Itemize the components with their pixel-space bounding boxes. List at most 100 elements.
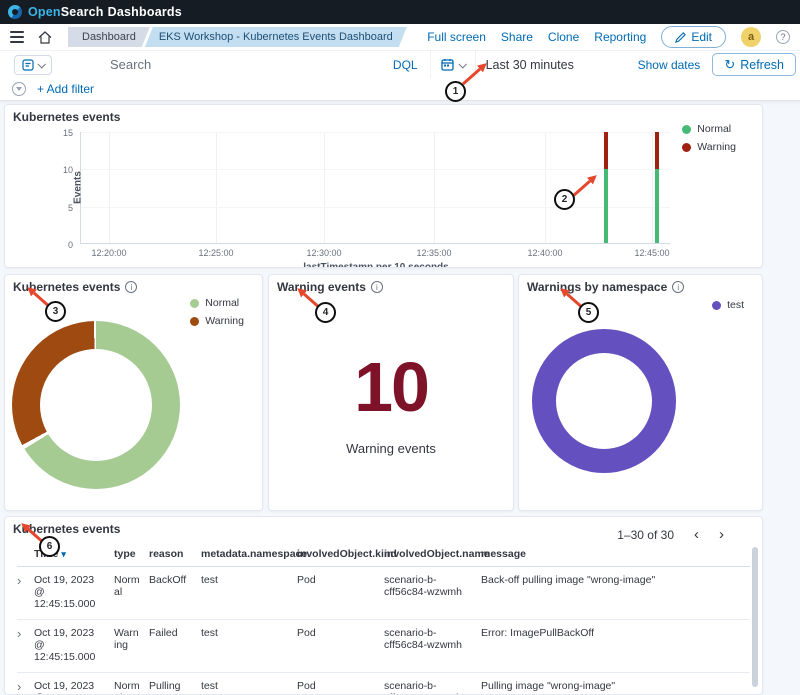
column-time[interactable]: Time▾: [34, 544, 114, 567]
panel-warning-events-metric: Warning eventsi 10 Warning events: [268, 274, 514, 511]
legend-item-normal[interactable]: Normal: [682, 123, 736, 135]
column-name[interactable]: involvedObject.name: [384, 544, 481, 567]
panel-title[interactable]: Warning eventsi: [277, 280, 383, 294]
expand-row-icon[interactable]: ›: [17, 679, 21, 694]
hamburger-menu-icon[interactable]: [10, 31, 24, 43]
full-screen-link[interactable]: Full screen: [427, 30, 486, 44]
avatar[interactable]: a: [741, 27, 761, 47]
expand-row-icon[interactable]: ›: [17, 626, 21, 641]
panel-title[interactable]: Kubernetes eventsi: [13, 280, 137, 294]
warning-events-count: 10: [269, 347, 513, 427]
x-tick: 12:30:00: [294, 248, 354, 258]
panel-warnings-by-namespace: Warnings by namespacei test: [518, 274, 763, 511]
pagination: 1–30 of 30 ‹ ›: [617, 527, 724, 542]
x-axis-label: lastTimestamp per 10 seconds: [81, 262, 671, 268]
breadcrumb: Dashboard EKS Workshop - Kubernetes Even…: [68, 27, 407, 47]
pencil-icon: [675, 32, 686, 43]
expand-row-icon[interactable]: ›: [17, 573, 21, 588]
namespace-legend: test: [712, 299, 744, 311]
time-range-display[interactable]: Last 30 minutes: [476, 58, 638, 72]
x-tick: 12:45:00: [622, 248, 682, 258]
next-page-icon[interactable]: ›: [719, 527, 724, 542]
panel-kubernetes-events-donut: Kubernetes eventsi Normal Warning: [4, 274, 263, 511]
warning-dot-icon: [682, 143, 691, 152]
opensearch-logo-icon: [8, 5, 22, 19]
breadcrumb-current-dashboard[interactable]: EKS Workshop - Kubernetes Events Dashboa…: [145, 27, 407, 47]
panel-title[interactable]: Kubernetes events: [13, 522, 120, 536]
y-tick: 10: [53, 165, 73, 175]
add-filter-link[interactable]: + Add filter: [37, 82, 94, 96]
expander-header: [17, 544, 34, 567]
date-picker-button[interactable]: [430, 51, 476, 78]
histogram-plot-area: 15 10 5 0 12:20:00 12:25:00 12:30:00 12:…: [80, 132, 670, 244]
saved-query-icon: [22, 59, 34, 71]
calendar-icon: [441, 58, 454, 71]
x-tick: 12:25:00: [186, 248, 246, 258]
panel-title[interactable]: Warnings by namespacei: [527, 280, 684, 294]
warning-dot-icon: [190, 317, 199, 326]
reporting-link[interactable]: Reporting: [594, 30, 646, 44]
legend-item-normal[interactable]: Normal: [190, 297, 244, 309]
normal-dot-icon: [190, 299, 199, 308]
events-donut[interactable]: [12, 321, 180, 489]
query-language-button[interactable]: DQL: [381, 58, 430, 72]
filter-bar: + Add filter: [0, 78, 800, 101]
home-icon[interactable]: [38, 31, 52, 44]
panel-kubernetes-events-histogram: Kubernetes events 15 10 5 0 12:20:00 12:…: [4, 104, 763, 268]
chrome-bar: Dashboard EKS Workshop - Kubernetes Even…: [0, 24, 800, 50]
y-tick: 0: [53, 240, 73, 250]
table-row[interactable]: › Oct 19, 2023 @ 12:45:15.000 Warning Fa…: [17, 620, 750, 673]
column-type[interactable]: type: [114, 544, 149, 567]
panel-title[interactable]: Kubernetes events: [13, 110, 120, 124]
column-kind[interactable]: involvedObject.kind: [297, 544, 384, 567]
sort-desc-icon: ▾: [61, 549, 66, 559]
share-link[interactable]: Share: [501, 30, 533, 44]
column-reason[interactable]: reason: [149, 544, 201, 567]
legend-item-warning[interactable]: Warning: [190, 315, 244, 327]
chevron-down-icon: [37, 60, 45, 68]
info-icon[interactable]: i: [125, 281, 137, 293]
panel-kubernetes-events-table: Kubernetes events 1–30 of 30 ‹ › Time▾ t…: [4, 516, 763, 695]
table-row[interactable]: › Oct 19, 2023 @ 12:45:14.000 Normal Pul…: [17, 673, 750, 695]
bar-normal-segment: [655, 169, 659, 243]
edit-button[interactable]: Edit: [661, 26, 726, 48]
refresh-button[interactable]: ↻ Refresh: [712, 53, 796, 76]
saved-query-menu-button[interactable]: [14, 55, 52, 75]
show-dates-link[interactable]: Show dates: [638, 58, 713, 72]
warning-events-metric-label: Warning events: [269, 441, 513, 456]
namespace-donut[interactable]: [532, 329, 676, 473]
bar-warning-segment: [604, 132, 608, 169]
table-header-row: Time▾ type reason metadata.namespace inv…: [17, 544, 750, 567]
table-scrollbar[interactable]: [752, 547, 758, 687]
legend-item-test[interactable]: test: [712, 299, 744, 311]
bar-normal-segment: [604, 169, 608, 243]
x-tick: 12:35:00: [404, 248, 464, 258]
query-bar: DQL Last 30 minutes Show dates ↻ Refresh: [0, 50, 800, 78]
normal-dot-icon: [682, 125, 691, 134]
stacked-bar[interactable]: [655, 132, 659, 243]
previous-page-icon[interactable]: ‹: [694, 527, 699, 542]
donut-legend: Normal Warning: [190, 297, 244, 327]
stacked-bar[interactable]: [604, 132, 608, 243]
events-table: Time▾ type reason metadata.namespace inv…: [17, 544, 750, 695]
breadcrumb-dashboard[interactable]: Dashboard: [68, 27, 150, 47]
histogram-legend: Normal Warning: [682, 123, 736, 153]
legend-item-warning[interactable]: Warning: [682, 141, 736, 153]
x-tick: 12:40:00: [515, 248, 575, 258]
y-tick: 5: [53, 203, 73, 213]
column-message[interactable]: message: [481, 544, 750, 567]
info-icon[interactable]: i: [672, 281, 684, 293]
help-icon[interactable]: ?: [776, 30, 790, 44]
brand-title: OpenSearchDashboards: [28, 5, 182, 19]
table-row[interactable]: › Oct 19, 2023 @ 12:45:15.000 Normal Bac…: [17, 567, 750, 620]
column-namespace[interactable]: metadata.namespace: [201, 544, 297, 567]
chevron-down-icon: [458, 60, 466, 68]
x-tick: 12:20:00: [79, 248, 139, 258]
filter-options-icon[interactable]: [12, 82, 26, 96]
search-input[interactable]: [60, 57, 381, 72]
top-nav-bar: OpenSearchDashboards: [0, 0, 800, 24]
info-icon[interactable]: i: [371, 281, 383, 293]
clone-link[interactable]: Clone: [548, 30, 579, 44]
bar-warning-segment: [655, 132, 659, 169]
test-dot-icon: [712, 301, 721, 310]
